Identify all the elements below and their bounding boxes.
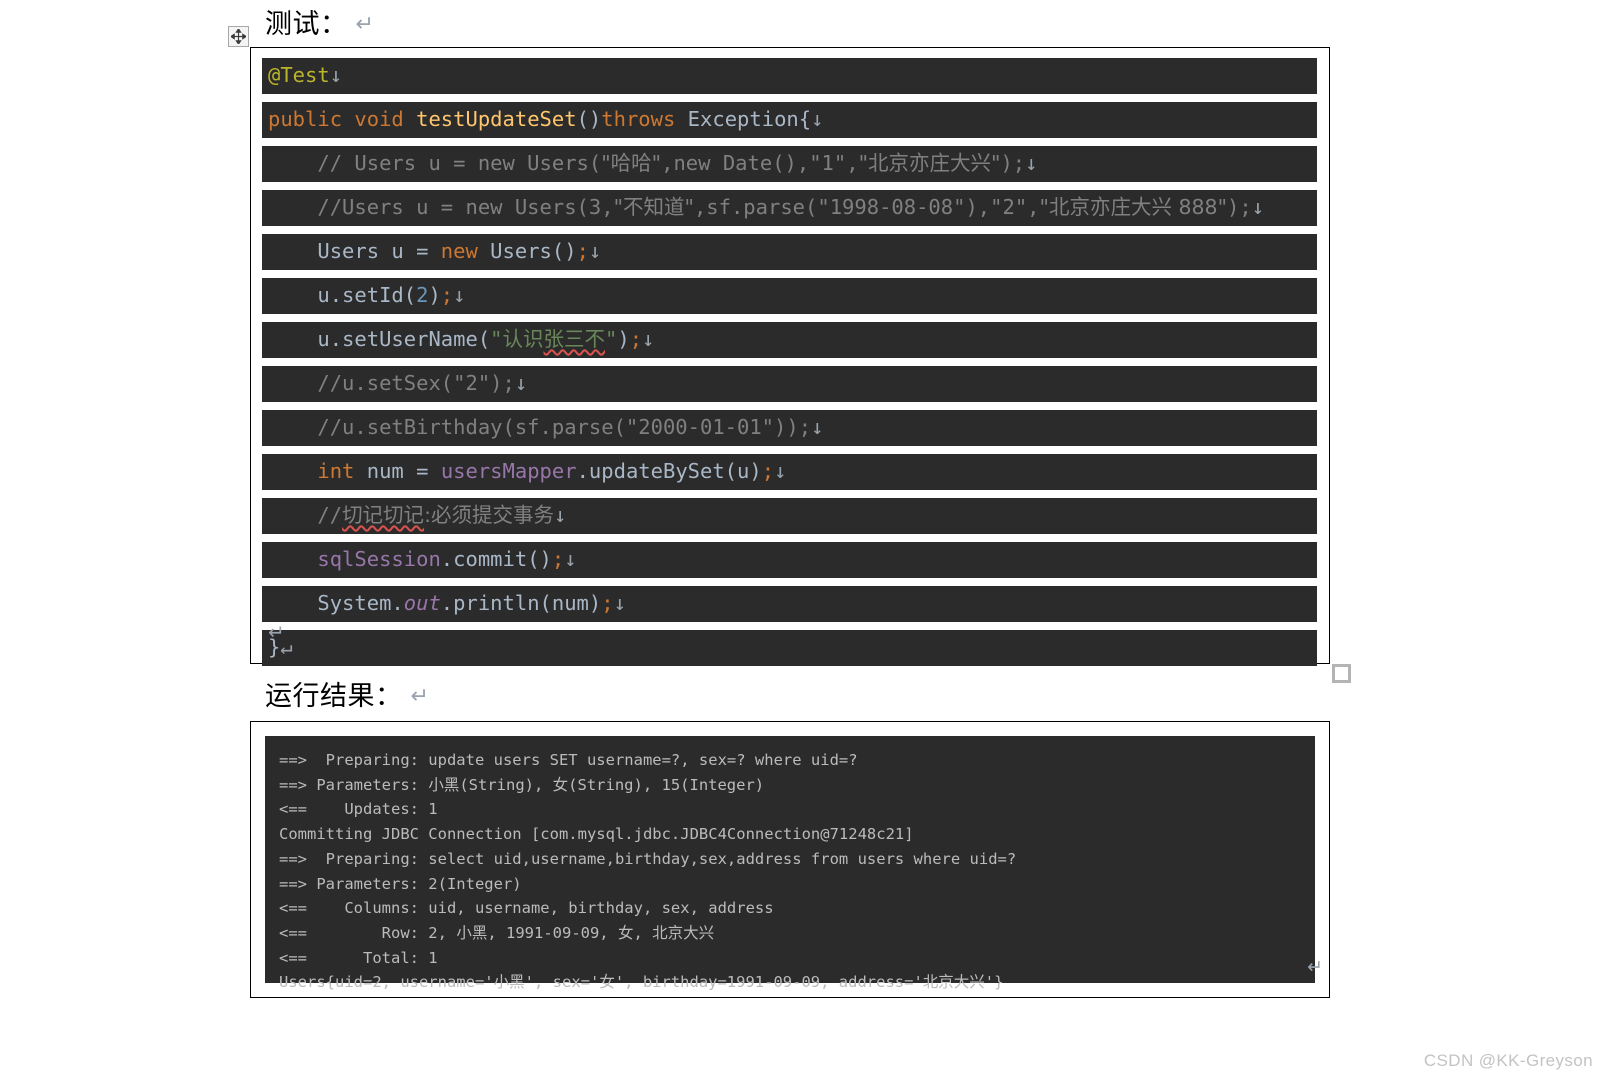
code-line[interactable]: }↵ <box>262 630 1317 666</box>
watermark: CSDN @KK-Greyson <box>1423 1051 1593 1070</box>
pilcrow-mark: ↵ <box>410 683 430 708</box>
console-line: Users{uid=2, username='小黑', sex='女', bir… <box>279 973 1004 992</box>
code-line[interactable]: u.setUserName("认识张三不");↓ <box>262 322 1317 358</box>
section-caption-result: 运行结果： ↵ <box>265 674 429 713</box>
code-editor[interactable]: @Test↓ public void testUpdateSet()throws… <box>262 58 1317 674</box>
code-line[interactable]: System.out.println(num);↓ <box>262 586 1317 622</box>
console-line: Committing JDBC Connection [com.mysql.jd… <box>279 825 914 844</box>
code-trailing-pilcrow: ↵ <box>268 622 285 644</box>
console-return-glyph: ↵ <box>1307 957 1323 979</box>
console-line: <== Columns: uid, username, birthday, se… <box>279 899 774 918</box>
console-line: <== Updates: 1 <box>279 800 438 819</box>
code-line[interactable]: //切记切记:必须提交事务↓ <box>262 498 1317 534</box>
code-snippet-frame[interactable]: @Test↓ public void testUpdateSet()throws… <box>250 47 1330 666</box>
caption-text: 测试： <box>265 9 348 39</box>
console-line: <== Row: 2, 小黑, 1991-09-09, 女, 北京大兴 <box>279 923 715 942</box>
move-object-handle[interactable] <box>228 26 249 47</box>
console-line: ==> Parameters: 2(Integer) <box>279 874 522 893</box>
code-line[interactable]: @Test↓ <box>262 58 1317 94</box>
code-line[interactable]: // Users u = new Users("哈哈",new Date(),"… <box>262 146 1317 182</box>
pilcrow-mark: ↵ <box>355 11 375 36</box>
console-line: ==> Preparing: update users SET username… <box>279 751 858 769</box>
code-line[interactable]: //Users u = new Users(3,"不知道",sf.parse("… <box>262 190 1317 226</box>
code-line[interactable]: //u.setBirthday(sf.parse("2000-01-01"));… <box>262 410 1317 446</box>
console-line: ==> Preparing: select uid,username,birth… <box>279 849 1017 868</box>
code-line[interactable]: sqlSession.commit();↓ <box>262 542 1317 578</box>
code-line[interactable]: public void testUpdateSet()throws Except… <box>262 102 1317 138</box>
code-line[interactable]: //u.setSex("2");↓ <box>262 366 1317 402</box>
console-line: <== Total: 1 <box>279 948 438 967</box>
code-line[interactable]: u.setId(2);↓ <box>262 278 1317 314</box>
move-arrows-icon <box>231 29 246 44</box>
console-line: ==> Parameters: 小黑(String), 女(String), 1… <box>279 775 765 794</box>
console-output[interactable]: ==> Preparing: update users SET username… <box>265 736 1323 991</box>
section-caption-test: 测试： ↵ <box>265 2 374 41</box>
caption-text: 运行结果： <box>265 681 403 711</box>
console-output-frame[interactable]: ==> Preparing: update users SET username… <box>250 721 1330 998</box>
resize-handle-bottom-right[interactable] <box>1332 664 1351 683</box>
code-line[interactable]: int num = usersMapper.updateBySet(u);↓ <box>262 454 1317 490</box>
code-line[interactable]: Users u = new Users();↓ <box>262 234 1317 270</box>
